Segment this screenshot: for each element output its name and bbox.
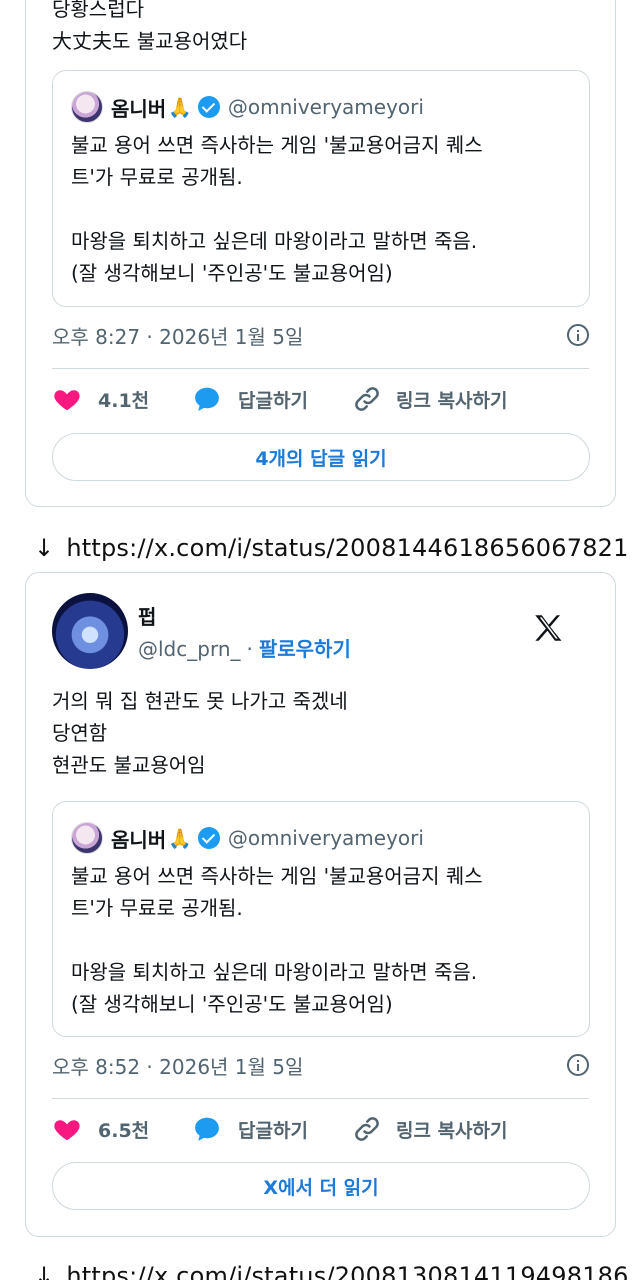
read-replies-button[interactable]: 4개의 답글 읽기: [52, 433, 590, 481]
info-icon[interactable]: [567, 1054, 589, 1076]
author-header: 펍 @ldc_prn_ · 팔로우하기: [52, 589, 592, 669]
down-arrow-icon: ↓: [34, 534, 55, 562]
tweet-line: 거의 뭐 집 현관도 못 나가고 죽겠네: [52, 689, 348, 713]
reply-button[interactable]: 답글하기: [192, 1114, 352, 1144]
tweet-meta: 오후 8:52 · 2026년 1월 5일: [52, 1049, 589, 1081]
status-url[interactable]: https://x.com/i/status/20081446186560678…: [66, 534, 628, 562]
author-handle[interactable]: @ldc_prn_: [138, 637, 241, 661]
pray-emoji: 🙏: [168, 96, 192, 119]
action-bar: 4.1천 답글하기 링크 복사하기: [52, 381, 589, 417]
reply-label: 답글하기: [238, 389, 308, 412]
reply-label: 답글하기: [238, 1119, 308, 1142]
quoted-tweet[interactable]: 옴니버 🙏 @omniveryameyori 불교 용어 쓰면 즉사하는 게임 …: [52, 801, 590, 1037]
like-count: 4.1천: [98, 389, 150, 412]
quote-header: 옴니버 🙏 @omniveryameyori: [71, 89, 424, 125]
tweet-line: 당황스럽다: [52, 0, 144, 21]
link-icon: [355, 1117, 379, 1141]
like-count: 6.5천: [98, 1119, 150, 1142]
quote-line: (잘 생각해보니 '주인공'도 불교용어임): [71, 992, 393, 1016]
like-button[interactable]: 6.5천: [52, 1114, 192, 1144]
tweet-card-1: 당황스럽다 大丈夫도 불교용어였다 옴니버 🙏 @omniveryameyori…: [25, 0, 616, 507]
heart-icon: [54, 1120, 80, 1141]
status-url-line: ↓ https://x.com/i/status/2008130814119498…: [34, 1262, 629, 1280]
read-more-on-x-button[interactable]: X에서 더 읽기: [52, 1162, 590, 1210]
reply-bubble-icon: [195, 387, 219, 411]
quote-line: 트'가 무료로 공개됨.: [71, 896, 243, 920]
tweet-line: 당연함: [52, 721, 108, 745]
copy-link-button[interactable]: 링크 복사하기: [352, 384, 508, 414]
link-icon: [355, 387, 379, 411]
divider: [52, 1098, 589, 1099]
tweet-line: 현관도 불교용어임: [52, 753, 206, 777]
author-name[interactable]: 펍: [138, 601, 156, 630]
quote-author-handle: @omniveryameyori: [227, 95, 424, 119]
pray-emoji: 🙏: [168, 827, 192, 850]
quote-body: 불교 용어 쓰면 즉사하는 게임 '불교용어금지 퀘스 트'가 무료로 공개됨.…: [71, 860, 483, 1020]
copy-link-label: 링크 복사하기: [396, 1119, 508, 1142]
info-icon[interactable]: [567, 324, 589, 346]
verified-icon: [197, 827, 220, 849]
status-url-line: ↓ https://x.com/i/status/2008144618656067…: [34, 534, 629, 562]
tweet-card-2: 펍 @ldc_prn_ · 팔로우하기 거의 뭐 집 현관도 못 나가고 죽겠네 당…: [25, 572, 616, 1237]
reply-bubble-icon: [195, 1117, 219, 1141]
quote-author-name: 옴니버: [111, 96, 167, 121]
quote-header: 옴니버 🙏 @omniveryameyori: [71, 820, 424, 856]
divider: [52, 368, 589, 369]
quote-body: 불교 용어 쓰면 즉사하는 게임 '불교용어금지 퀘스 트'가 무료로 공개됨.…: [71, 129, 483, 289]
quote-line: 불교 용어 쓰면 즉사하는 게임 '불교용어금지 퀘스: [71, 864, 483, 888]
status-url[interactable]: https://x.com/i/status/20081308141194981…: [66, 1262, 628, 1280]
follow-button[interactable]: 팔로우하기: [259, 637, 351, 661]
down-arrow-icon: ↓: [34, 1262, 55, 1280]
reply-button[interactable]: 답글하기: [192, 384, 352, 414]
copy-link-label: 링크 복사하기: [396, 389, 508, 412]
quote-author-name: 옴니버: [111, 827, 167, 852]
timestamp[interactable]: 오후 8:27 · 2026년 1월 5일: [52, 321, 303, 350]
quote-line: 트'가 무료로 공개됨.: [71, 165, 243, 189]
x-logo-icon[interactable]: [530, 611, 566, 645]
verified-icon: [197, 96, 220, 118]
quote-line: 불교 용어 쓰면 즉사하는 게임 '불교용어금지 퀘스: [71, 133, 483, 157]
like-button[interactable]: 4.1천: [52, 384, 192, 414]
timestamp[interactable]: 오후 8:52 · 2026년 1월 5일: [52, 1051, 303, 1080]
quote-avatar: [71, 822, 103, 854]
quoted-tweet[interactable]: 옴니버 🙏 @omniveryameyori 불교 용어 쓰면 즉사하는 게임 …: [52, 70, 590, 307]
quote-line: [71, 924, 483, 956]
heart-icon: [54, 390, 80, 411]
quote-line: (잘 생각해보니 '주인공'도 불교용어임): [71, 261, 393, 285]
action-bar: 6.5천 답글하기 링크 복사하기: [52, 1111, 589, 1147]
tweet-text: 거의 뭐 집 현관도 못 나가고 죽겠네 당연함 현관도 불교용어임: [52, 685, 348, 781]
author-line: @ldc_prn_ · 팔로우하기: [138, 633, 351, 662]
avatar[interactable]: [52, 593, 128, 669]
tweet-meta: 오후 8:27 · 2026년 1월 5일: [52, 319, 589, 351]
quote-line: 마왕을 퇴치하고 싶은데 마왕이라고 말하면 죽음.: [71, 229, 478, 253]
copy-link-button[interactable]: 링크 복사하기: [352, 1114, 508, 1144]
tweet-line: 大丈夫도 불교용어였다: [52, 29, 248, 53]
tweet-text: 당황스럽다 大丈夫도 불교용어였다: [52, 0, 247, 57]
separator-dot: ·: [246, 637, 253, 661]
quote-author-handle: @omniveryameyori: [227, 826, 424, 850]
quote-avatar: [71, 91, 103, 123]
quote-line: [71, 193, 483, 225]
quote-line: 마왕을 퇴치하고 싶은데 마왕이라고 말하면 죽음.: [71, 960, 478, 984]
